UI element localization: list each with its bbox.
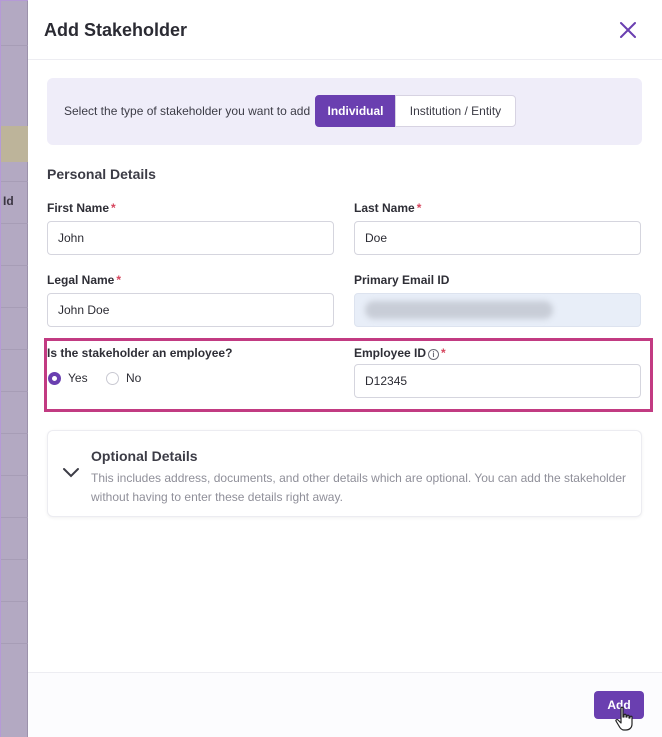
- add-stakeholder-drawer: Add Stakeholder Select the type of stake…: [28, 0, 662, 737]
- background-highlight-band: [1, 126, 28, 162]
- radio-checked-icon: [48, 372, 61, 385]
- redacted-email-value: [365, 301, 553, 319]
- last-name-field[interactable]: Doe: [354, 221, 641, 255]
- legal-name-label: Legal Name *: [47, 273, 121, 287]
- drawer-footer: Add: [28, 672, 662, 737]
- close-icon: [620, 22, 636, 38]
- background-row-divider: [1, 433, 28, 434]
- type-option-individual[interactable]: Individual: [315, 95, 396, 127]
- first-name-label-text: First Name: [47, 201, 110, 215]
- background-row-divider: [1, 643, 28, 644]
- personal-details-heading: Personal Details: [47, 166, 156, 182]
- employee-id-label-text: Employee ID: [354, 346, 427, 360]
- stakeholder-type-selector: Select the type of stakeholder you want …: [47, 78, 642, 145]
- first-name-label: First Name *: [47, 201, 116, 215]
- background-row-divider: [1, 559, 28, 560]
- last-name-label: Last Name *: [354, 201, 421, 215]
- last-name-label-text: Last Name: [354, 201, 415, 215]
- legal-name-label-text: Legal Name: [47, 273, 115, 287]
- first-name-field[interactable]: John: [47, 221, 334, 255]
- legal-name-field[interactable]: John Doe: [47, 293, 334, 327]
- background-row-divider: [1, 265, 28, 266]
- type-option-institution-entity[interactable]: Institution / Entity: [395, 95, 516, 127]
- background-row-divider: [1, 223, 28, 224]
- background-row-divider: [1, 517, 28, 518]
- employee-id-field[interactable]: D12345: [354, 364, 641, 398]
- required-asterisk: *: [116, 273, 122, 287]
- drawer-header: Add Stakeholder: [28, 0, 662, 60]
- optional-details-title: Optional Details: [91, 448, 198, 464]
- background-row-divider: [1, 307, 28, 308]
- background-row-divider: [1, 475, 28, 476]
- required-asterisk: *: [416, 201, 422, 215]
- background-row-divider: [1, 181, 28, 182]
- background-row-divider: [1, 45, 28, 46]
- radio-no-label: No: [126, 371, 142, 385]
- drawer-title: Add Stakeholder: [44, 20, 188, 40]
- chevron-down-icon: [63, 468, 79, 478]
- optional-details-accordion[interactable]: Optional Details This includes address, …: [47, 430, 642, 517]
- optional-details-description: This includes address, documents, and ot…: [91, 471, 627, 504]
- primary-email-field[interactable]: [354, 293, 641, 327]
- stakeholder-type-prompt: Select the type of stakeholder you want …: [64, 104, 311, 118]
- background-table-strip: Id: [1, 1, 28, 737]
- required-asterisk: *: [111, 201, 116, 215]
- required-asterisk: *: [441, 346, 446, 360]
- background-row-divider: [1, 391, 28, 392]
- employee-id-label: Employee ID i *: [354, 346, 446, 360]
- close-button[interactable]: [616, 18, 640, 42]
- background-row-divider: [1, 349, 28, 350]
- radio-yes-label: Yes: [68, 371, 88, 385]
- radio-unchecked-icon: [106, 372, 119, 385]
- background-column-header: Id: [3, 194, 14, 208]
- hand-pointer-cursor-icon: [615, 706, 633, 731]
- info-icon[interactable]: i: [428, 349, 440, 360]
- primary-email-label: Primary Email ID: [354, 273, 450, 287]
- employee-question-label: Is the stakeholder an employee?: [47, 346, 233, 360]
- background-row-divider: [1, 601, 28, 602]
